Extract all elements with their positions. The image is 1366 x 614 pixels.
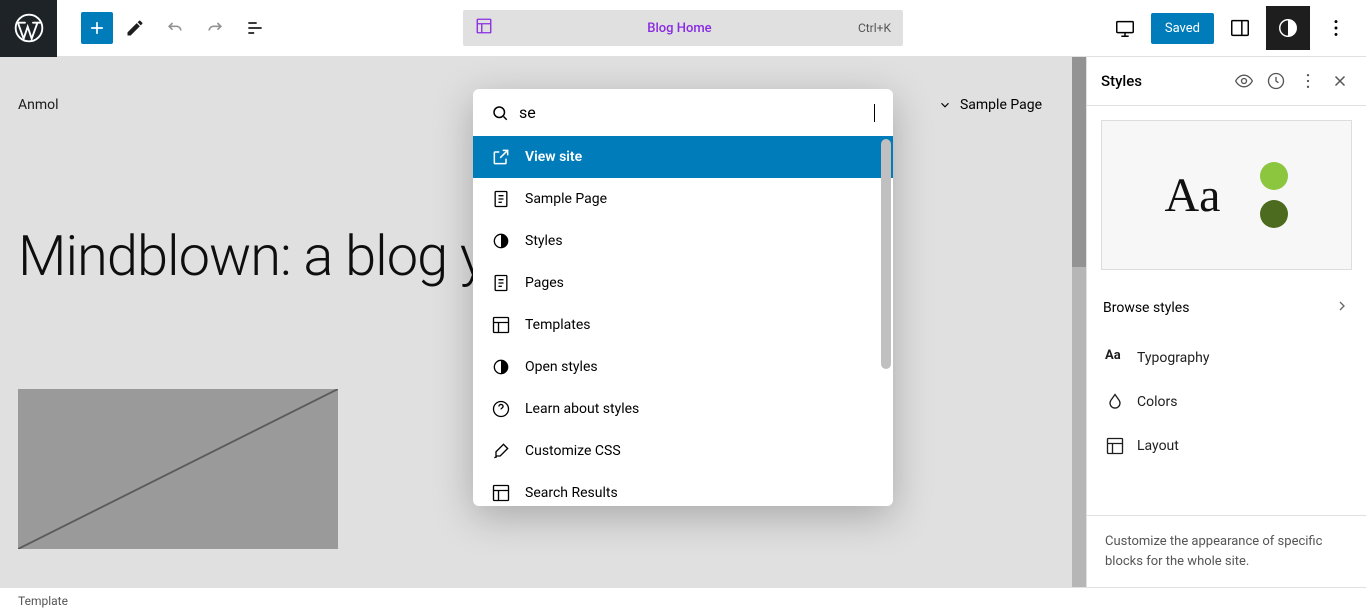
command-item-2[interactable]: Styles [473,220,893,262]
wp-logo[interactable] [0,0,57,57]
command-search-input[interactable] [519,103,873,122]
close-sidebar-button[interactable] [1328,69,1352,93]
color-dot-1 [1260,162,1288,190]
typography-preview: Aa [1165,168,1221,223]
more-styles-button[interactable] [1296,69,1320,93]
style-book-button[interactable] [1232,69,1256,93]
revisions-button[interactable] [1264,69,1288,93]
settings-panel-button[interactable] [1218,6,1262,50]
sidebar-footer: Customize the appearance of specific blo… [1087,515,1366,587]
command-item-7[interactable]: Customize CSS [473,430,893,472]
document-overview-button[interactable] [237,10,273,46]
sidebar-header: Styles [1087,57,1366,106]
command-item-4[interactable]: Templates [473,304,893,346]
colors-item[interactable]: Colors [1087,380,1366,424]
bottombar: Template [0,587,1366,614]
style-panel-list: Aa Typography Colors Layout [1087,332,1366,472]
browse-styles-row[interactable]: Browse styles [1087,284,1366,332]
layout-item[interactable]: Layout [1087,424,1366,468]
style-preview[interactable]: Aa [1101,120,1352,270]
more-options-button[interactable] [1314,6,1358,50]
edit-tool-button[interactable] [117,10,153,46]
drop-icon [1105,392,1125,412]
toolbar-left [57,10,273,46]
color-dot-2 [1260,200,1288,228]
styles-panel-button[interactable] [1266,6,1310,50]
command-item-5[interactable]: Open styles [473,346,893,388]
redo-button[interactable] [197,10,233,46]
layout-icon [1105,436,1125,456]
color-preview [1260,162,1288,228]
command-item-6[interactable]: Learn about styles [473,388,893,430]
shortcut-hint: Ctrl+K [858,21,891,35]
template-selector[interactable]: Blog Home Ctrl+K [463,10,903,46]
typography-item[interactable]: Aa Typography [1087,336,1366,380]
add-block-button[interactable] [81,12,113,44]
typography-icon: Aa [1105,348,1125,368]
template-icon [475,17,493,39]
toolbar-right: Saved [1103,6,1366,50]
sidebar-title: Styles [1101,72,1232,90]
command-search-row [473,89,893,136]
template-name: Blog Home [501,21,858,36]
command-list: View siteSample PageStylesPagesTemplates… [473,136,893,506]
command-item-1[interactable]: Sample Page [473,178,893,220]
command-item-0[interactable]: View site [473,136,893,178]
view-button[interactable] [1103,6,1147,50]
save-button[interactable]: Saved [1151,13,1214,44]
command-item-8[interactable]: Search Results [473,472,893,506]
search-icon [491,104,509,122]
styles-sidebar: Styles Aa Browse styles Aa Typography [1086,57,1366,587]
undo-button[interactable] [157,10,193,46]
text-caret [874,104,875,122]
topbar: Blog Home Ctrl+K Saved [0,0,1366,57]
browse-styles-label: Browse styles [1103,300,1189,316]
command-scrollbar[interactable] [879,139,893,496]
command-item-3[interactable]: Pages [473,262,893,304]
chevron-right-icon [1334,298,1350,318]
breadcrumb[interactable]: Template [18,594,68,608]
command-palette: View siteSample PageStylesPagesTemplates… [473,89,893,506]
